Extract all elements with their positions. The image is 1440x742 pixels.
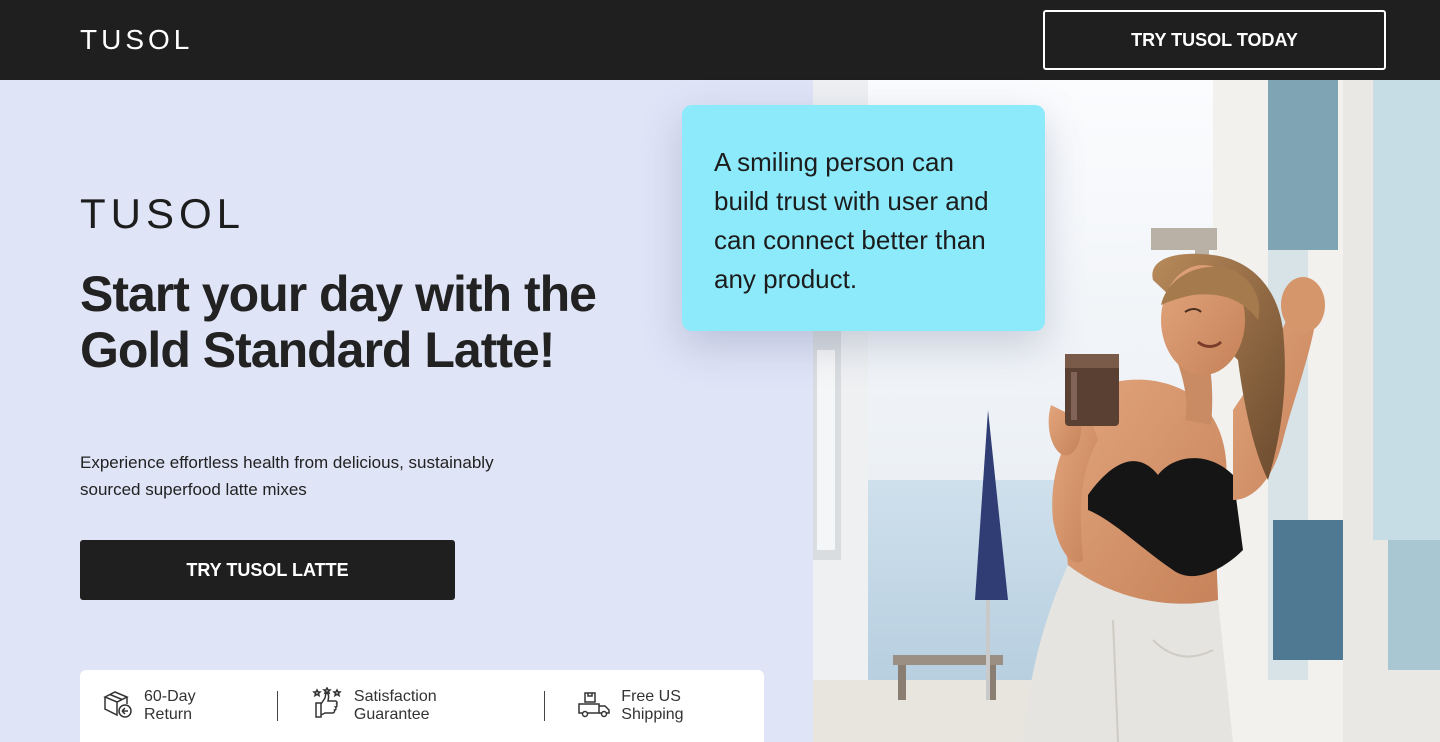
trust-badges-bar: 60-Day Return Satisfaction Guarantee Fre… <box>80 670 764 742</box>
callout-text: A smiling person can build trust with us… <box>714 147 989 294</box>
thumbs-up-stars-icon <box>310 685 344 726</box>
trust-label-shipping: Free US Shipping <box>621 688 684 723</box>
try-tusol-today-button[interactable]: TRY TUSOL TODAY <box>1043 10 1386 70</box>
brand-logo[interactable]: TUSOL <box>80 24 193 56</box>
try-tusol-latte-button[interactable]: TRY TUSOL LATTE <box>80 540 455 600</box>
hero-subtext: Experience effortless health from delici… <box>80 453 494 499</box>
divider <box>544 691 546 721</box>
trust-item-return: 60-Day Return <box>100 687 245 726</box>
trust-item-guarantee: Satisfaction Guarantee <box>310 685 512 726</box>
trust-label-return: 60-Day Return <box>144 688 196 723</box>
hero-headline: Start your day with the Gold Standard La… <box>80 266 597 378</box>
delivery-truck-icon <box>577 687 611 726</box>
trust-item-shipping: Free US Shipping <box>577 687 744 726</box>
box-return-icon <box>100 687 134 726</box>
top-navigation-bar: TUSOL TRY TUSOL TODAY <box>0 0 1440 80</box>
trust-label-guarantee: Satisfaction Guarantee <box>353 688 437 723</box>
divider <box>276 691 278 721</box>
annotation-callout: A smiling person can build trust with us… <box>682 105 1045 331</box>
hero-logo: TUSOL <box>80 190 246 237</box>
